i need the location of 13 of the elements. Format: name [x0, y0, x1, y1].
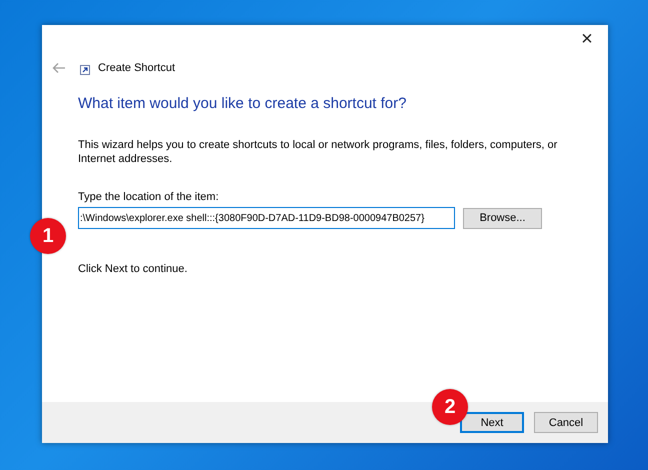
hint-text: Click Next to continue. [78, 263, 188, 275]
field-label: Type the location of the item: [78, 191, 220, 203]
browse-button[interactable]: Browse... [463, 208, 542, 228]
shortcut-icon [80, 65, 90, 75]
window-title: Create Shortcut [98, 62, 176, 74]
close-button[interactable]: × [572, 27, 602, 51]
next-button[interactable]: Next [460, 412, 524, 433]
back-arrow-icon[interactable] [52, 62, 66, 74]
location-input-field[interactable]: :\Windows\explorer.exe shell:::{3080F90D-D7AD-11D9-BD98-0000947B0257} [78, 207, 455, 229]
description-text: This wizard helps you to create shortcuts to local or network programs, files, folders, computers, or Internet addresses. [78, 138, 558, 166]
step-number-badge: 1 [30, 218, 66, 254]
wizard-heading: What item would you like to create a shortcut for? [78, 95, 408, 112]
cancel-button[interactable]: Cancel [534, 412, 598, 433]
